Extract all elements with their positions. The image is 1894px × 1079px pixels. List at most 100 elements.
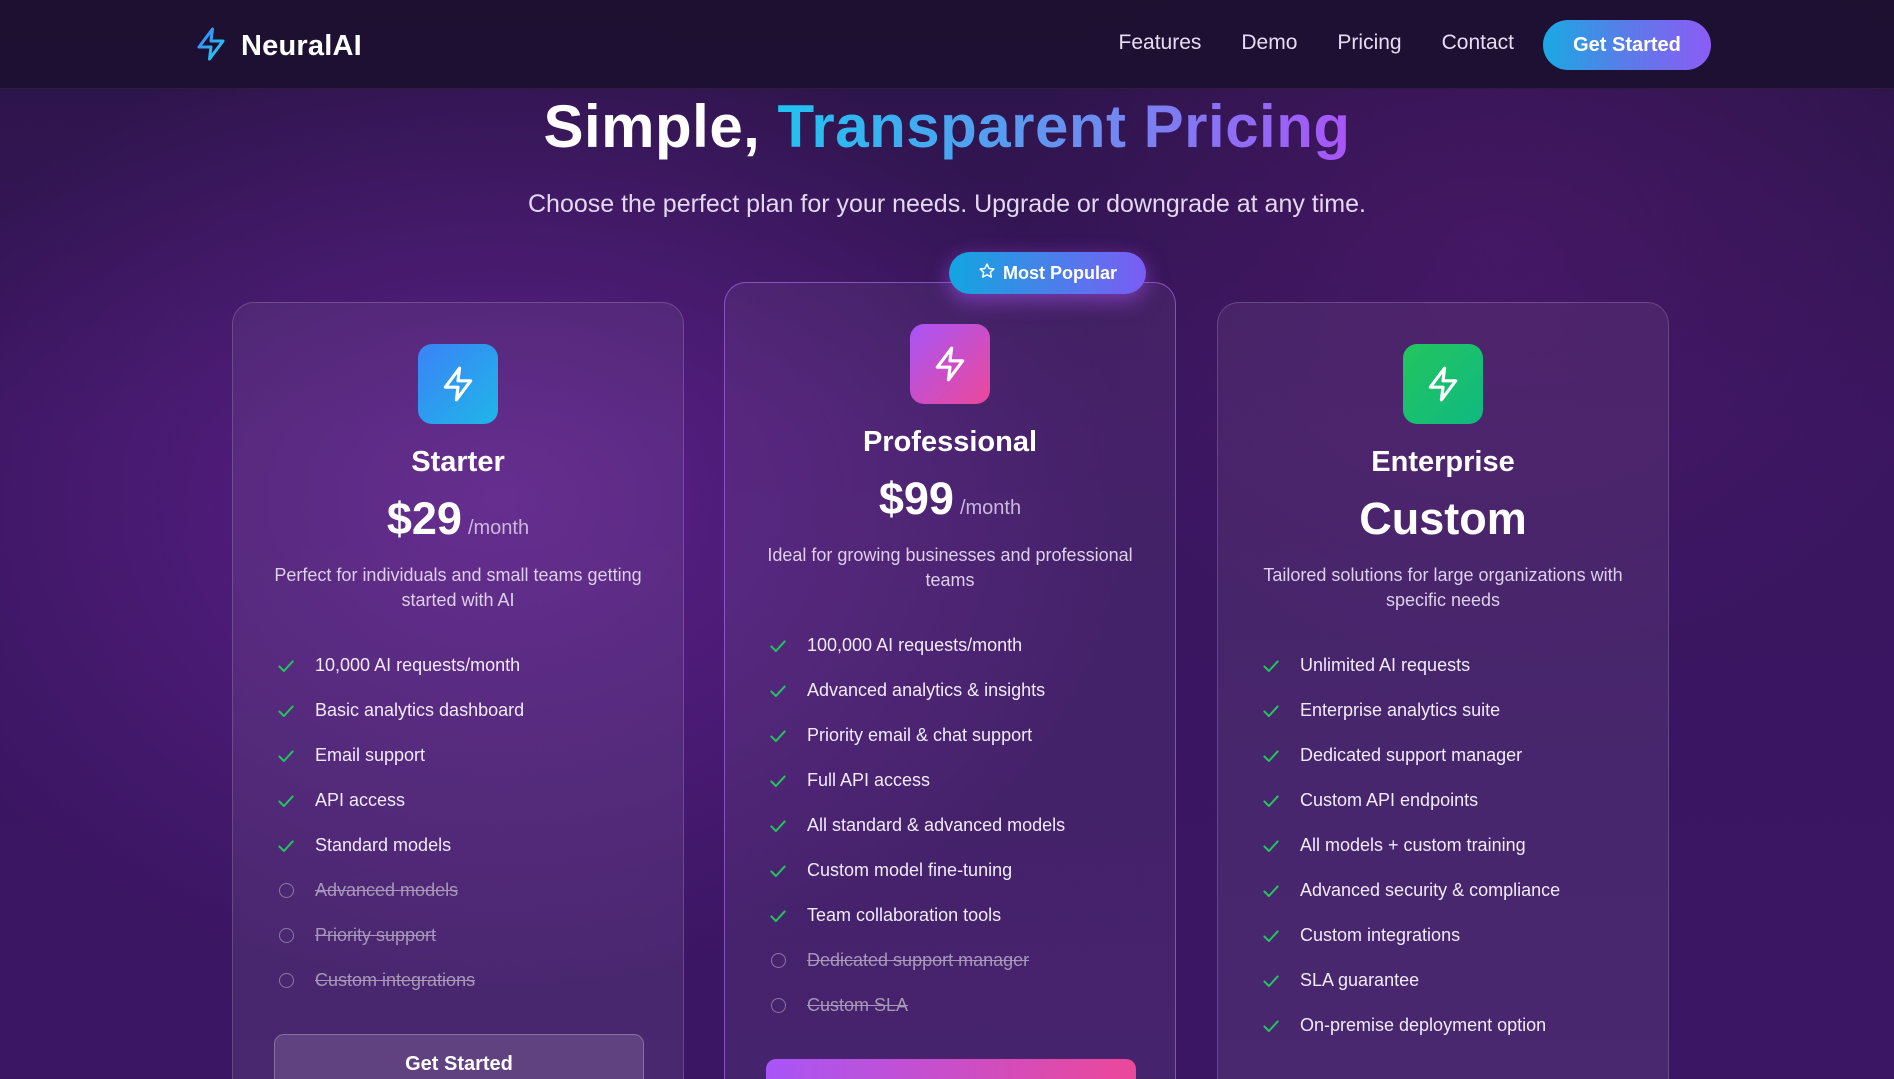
feature-text: Custom SLA	[807, 995, 909, 1015]
feature-text: Full API access	[807, 770, 931, 790]
feature-text: Dedicated support manager	[807, 950, 1030, 970]
feature-text: Priority support	[315, 925, 437, 945]
plan-price: $29	[386, 493, 462, 544]
brand-name: NeuralAI	[241, 30, 362, 62]
feature-item: Custom model fine-tuning	[767, 848, 1065, 893]
check-icon	[1260, 835, 1282, 857]
feature-text: SLA guarantee	[1300, 970, 1420, 990]
feature-list: 100,000 AI requests/month Advanced analy…	[767, 623, 1065, 1028]
check-icon	[767, 770, 789, 792]
feature-text: 10,000 AI requests/month	[315, 655, 521, 675]
check-icon	[1260, 700, 1282, 722]
feature-item: Custom integrations	[1260, 913, 1560, 958]
feature-item: On-premise deployment option	[1260, 1003, 1560, 1048]
star-icon	[978, 262, 996, 285]
feature-text: API access	[315, 790, 406, 810]
feature-text: Email support	[315, 745, 426, 765]
feature-text: Basic analytics dashboard	[315, 700, 525, 720]
feature-text: Standard models	[315, 835, 452, 855]
plan-description: Ideal for growing businesses and profess…	[767, 545, 1133, 590]
plan-price: $99	[878, 473, 954, 524]
plan-name: Starter	[411, 446, 505, 478]
title-plain: Simple,	[543, 93, 761, 160]
feature-item-excluded: Priority support	[275, 913, 524, 958]
top-navbar: NeuralAI Features Demo Pricing Contact G…	[0, 0, 1894, 89]
title-gradient: Transparent Pricing	[777, 93, 1351, 160]
feature-item-excluded: Custom SLA	[767, 983, 1065, 1028]
plan-price: Custom	[1359, 493, 1527, 544]
check-icon	[767, 905, 789, 927]
feature-item: Team collaboration tools	[767, 893, 1065, 938]
check-icon	[1260, 1015, 1282, 1037]
feature-text: 100,000 AI requests/month	[807, 635, 1023, 655]
check-icon	[767, 860, 789, 882]
plan-description: Perfect for individuals and small teams …	[274, 565, 642, 610]
feature-text: Enterprise analytics suite	[1300, 700, 1501, 720]
feature-text: Team collaboration tools	[807, 905, 1002, 925]
check-icon	[275, 835, 297, 857]
plan-name: Professional	[862, 426, 1038, 458]
plan-icon-professional	[910, 324, 990, 404]
feature-text: All models + custom training	[1300, 835, 1526, 855]
check-icon	[1260, 790, 1282, 812]
lightning-icon	[193, 25, 229, 68]
feature-text: Custom API endpoints	[1300, 790, 1479, 810]
plan-period: /month	[467, 517, 530, 539]
lightning-icon	[443, 366, 473, 402]
feature-item: SLA guarantee	[1260, 958, 1560, 1003]
check-icon	[1260, 880, 1282, 902]
feature-item: Email support	[275, 733, 524, 778]
nav-link-demo[interactable]: Demo	[1241, 31, 1297, 55]
feature-item: Advanced analytics & insights	[767, 668, 1065, 713]
feature-text: Priority email & chat support	[807, 725, 1033, 745]
feature-item: Unlimited AI requests	[1260, 643, 1560, 688]
check-icon	[767, 815, 789, 837]
feature-item: All standard & advanced models	[767, 803, 1065, 848]
nav-link-features[interactable]: Features	[1119, 31, 1202, 55]
most-popular-badge: Most Popular	[949, 252, 1146, 294]
feature-text: Custom integrations	[315, 970, 476, 990]
feature-text: On-premise deployment option	[1300, 1015, 1547, 1035]
brand-logo[interactable]: NeuralAI	[193, 25, 362, 68]
price-row: Custom	[1218, 493, 1668, 545]
empty-circle-icon	[279, 928, 294, 943]
empty-circle-icon	[279, 973, 294, 988]
feature-text: Advanced models	[315, 880, 459, 900]
feature-item: Enterprise analytics suite	[1260, 688, 1560, 733]
feature-item-excluded: Custom integrations	[275, 958, 524, 1003]
feature-text: Custom model fine-tuning	[807, 860, 1013, 880]
feature-text: Advanced security & compliance	[1300, 880, 1561, 900]
feature-item: Priority email & chat support	[767, 713, 1065, 758]
check-icon	[767, 680, 789, 702]
feature-text: Custom integrations	[1300, 925, 1461, 945]
nav-link-contact[interactable]: Contact	[1442, 31, 1514, 55]
page-title: Simple, Transparent Pricing	[0, 92, 1894, 161]
feature-item: Advanced security & compliance	[1260, 868, 1560, 913]
nav-get-started-button[interactable]: Get Started	[1543, 20, 1711, 70]
nav-link-pricing[interactable]: Pricing	[1337, 31, 1401, 55]
plan-card-professional: Professional $99/month Ideal for growing…	[724, 282, 1176, 1079]
check-icon	[275, 745, 297, 767]
feature-item-excluded: Dedicated support manager	[767, 938, 1065, 983]
lightning-icon	[1428, 366, 1458, 402]
plan-period: /month	[959, 497, 1022, 519]
plan-description: Tailored solutions for large organizatio…	[1263, 565, 1623, 610]
feature-item: 100,000 AI requests/month	[767, 623, 1065, 668]
lightning-icon	[935, 346, 965, 382]
plan-icon-starter	[418, 344, 498, 424]
nav-links: Features Demo Pricing Contact	[1119, 31, 1514, 55]
feature-item: Dedicated support manager	[1260, 733, 1560, 778]
starter-get-started-button[interactable]: Get Started	[274, 1034, 644, 1079]
plan-card-enterprise: Enterprise Custom Tailored solutions for…	[1217, 302, 1669, 1079]
feature-item: Standard models	[275, 823, 524, 868]
feature-item: Custom API endpoints	[1260, 778, 1560, 823]
empty-circle-icon	[771, 953, 786, 968]
feature-item: API access	[275, 778, 524, 823]
check-icon	[275, 655, 297, 677]
professional-cta-button[interactable]	[766, 1059, 1136, 1079]
feature-text: Unlimited AI requests	[1300, 655, 1471, 675]
feature-item: 10,000 AI requests/month	[275, 643, 524, 688]
check-icon	[1260, 970, 1282, 992]
plan-icon-enterprise	[1403, 344, 1483, 424]
plan-card-starter: Starter $29/month Perfect for individual…	[232, 302, 684, 1079]
